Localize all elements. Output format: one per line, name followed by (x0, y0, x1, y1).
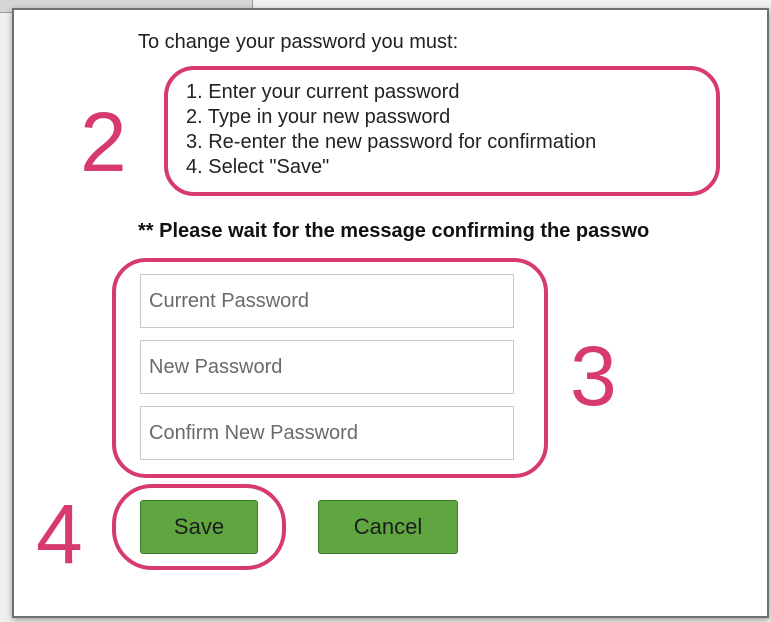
annotation-number-2: 2 (80, 95, 127, 189)
change-password-panel: To change your password you must: 1. Ent… (12, 8, 769, 618)
wait-confirmation-note: ** Please wait for the message confirmin… (138, 220, 650, 242)
current-password-input[interactable] (140, 274, 514, 328)
new-password-input[interactable] (140, 340, 514, 394)
instruction-step: 2. Type in your new password (186, 106, 451, 128)
instructions-steps-list: 1. Enter your current password 2. Type i… (186, 80, 596, 180)
instruction-step: 3. Re-enter the new password for confirm… (186, 131, 597, 153)
cancel-button[interactable]: Cancel (318, 500, 458, 554)
instruction-step: 4. Select "Save" (186, 156, 330, 178)
instruction-step: 1. Enter your current password (186, 81, 460, 103)
confirm-new-password-input[interactable] (140, 406, 514, 460)
annotation-number-3: 3 (570, 329, 617, 423)
instructions-intro: To change your password you must: (138, 31, 459, 53)
annotation-number-4: 4 (36, 487, 83, 581)
save-button[interactable]: Save (140, 500, 258, 554)
